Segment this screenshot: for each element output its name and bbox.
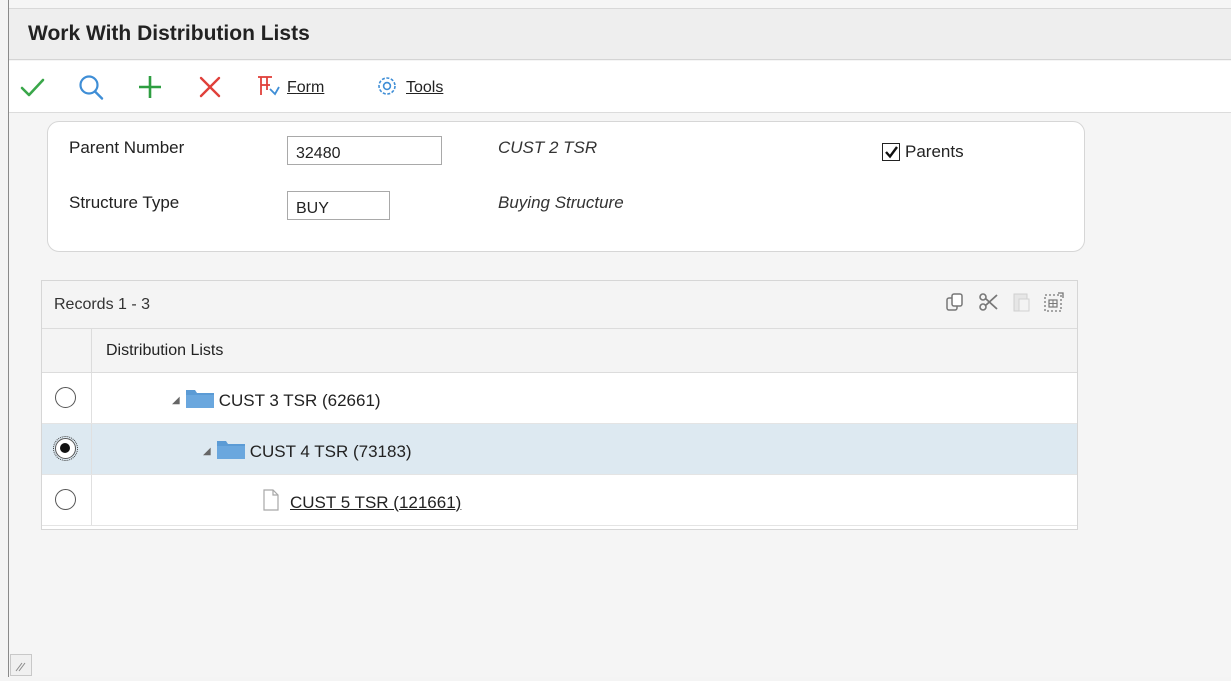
row-select-cell [42,475,92,525]
copy-icon[interactable] [939,287,970,316]
expand-triangle-icon[interactable]: ◢ [172,395,180,406]
select-column-header [42,329,92,372]
cut-icon[interactable] [972,287,1003,316]
tree-node-label[interactable]: CUST 3 TSR (62661) [219,391,381,411]
export-icon[interactable] [1038,287,1069,316]
row-select-cell [42,424,92,474]
plus-icon[interactable] [135,71,165,103]
resize-grip-icon[interactable] [10,654,32,676]
expand-triangle-icon[interactable]: ◢ [203,446,211,457]
row-select-cell [42,373,92,423]
tree-node-label[interactable]: CUST 4 TSR (73183) [250,442,412,462]
tools-menu-label: Tools [406,79,444,96]
checkbox-box[interactable] [882,143,900,161]
table-row-selected[interactable]: ◢ CUST 4 TSR (73183) [42,424,1077,475]
parent-number-description: CUST 2 TSR [498,138,598,157]
header-panel: Parent Number CUST 2 TSR Structure Type … [47,121,1085,252]
table-row[interactable]: CUST 5 TSR (121661) [42,475,1077,526]
title-bar: Work With Distribution Lists [9,8,1231,60]
tree-node: ◢ CUST 4 TSR (73183) [203,438,412,465]
form-exit-icon [255,74,281,103]
distribution-list-grid: Records 1 - 3 Distribution Lists ◢ CUST … [41,280,1078,530]
folder-icon [216,438,246,465]
checkmark-icon[interactable] [18,71,48,103]
structure-type-field[interactable] [287,191,390,220]
table-row[interactable]: ◢ CUST 3 TSR (62661) [42,373,1077,424]
document-icon [262,489,280,516]
paste-icon[interactable] [1005,287,1036,316]
toolbar: Form Tools [9,61,1231,113]
structure-type-description: Buying Structure [498,193,624,212]
column-header-row: Distribution Lists [42,329,1077,373]
application-frame: Work With Distribution Lists Form Tools [8,0,1231,677]
form-menu-label: Form [287,79,325,96]
parents-checkbox-label: Parents [905,142,964,161]
parent-number-label: Parent Number [69,138,185,157]
column-header-distribution-lists[interactable]: Distribution Lists [106,342,223,360]
page-title: Work With Distribution Lists [28,22,310,45]
form-menu[interactable]: Form [255,75,324,101]
folder-icon [185,387,215,414]
row-radio-button[interactable] [55,489,76,510]
search-icon[interactable] [76,71,106,103]
parent-number-field[interactable] [287,136,442,165]
grid-toolbar [939,287,1069,316]
tree-node: CUST 5 TSR (121661) [262,489,461,516]
parents-checkbox[interactable]: Parents [882,142,964,162]
structure-type-label: Structure Type [69,193,180,212]
gear-icon [375,74,399,103]
tree-node-link[interactable]: CUST 5 TSR (121661) [290,493,461,513]
row-radio-button-selected[interactable] [53,436,78,461]
grid-header-bar: Records 1 - 3 [42,281,1077,329]
tools-menu[interactable]: Tools [375,75,443,101]
row-radio-button[interactable] [55,387,76,408]
records-count: Records 1 - 3 [54,296,151,313]
tree-node: ◢ CUST 3 TSR (62661) [172,387,381,414]
x-close-icon[interactable] [195,71,225,103]
